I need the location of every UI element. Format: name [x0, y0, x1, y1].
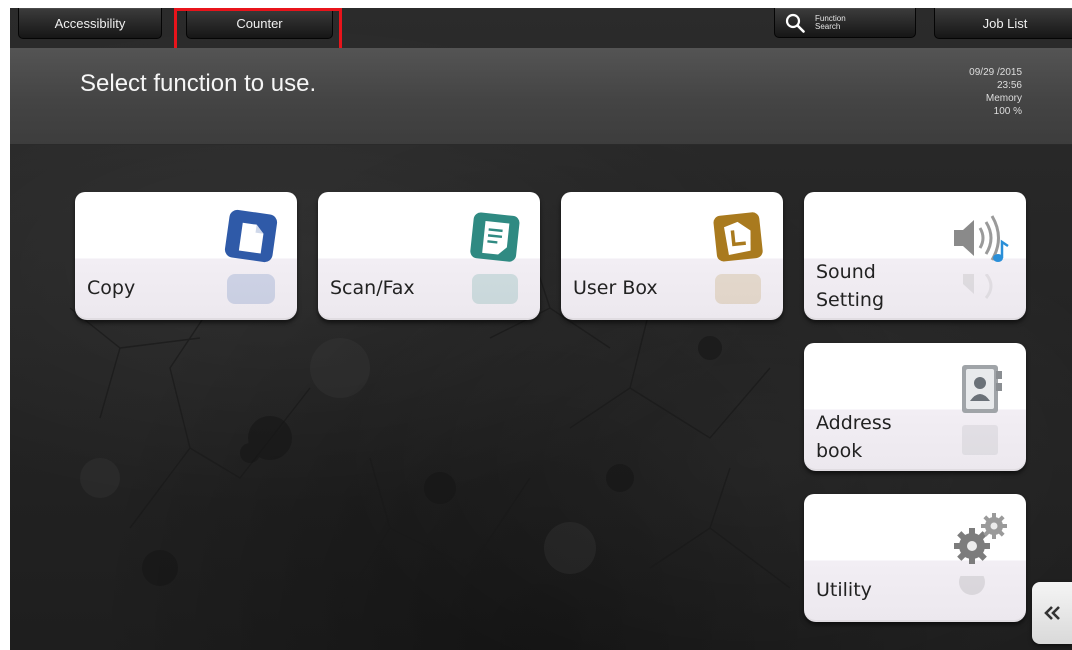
status-time: 23:56 [996, 80, 1022, 91]
job-list-tab[interactable]: Job List [934, 8, 1072, 39]
page-prompt: Select function to use. [80, 70, 317, 97]
utility-tile[interactable]: Utility [804, 494, 1026, 622]
accessibility-tab[interactable]: Accessibility [18, 8, 162, 39]
sound-setting-label-line2: Setting [816, 289, 885, 311]
copy-icon [224, 209, 278, 263]
status-memory-label: Memory [985, 93, 1022, 104]
address-book-label-line2: book [816, 440, 863, 462]
user-box-tile-label: User Box [573, 277, 658, 299]
status-date: 09/29 /2015 [969, 67, 1022, 78]
status-readout: 09/29 /2015 23:56 Memory 100 % [969, 66, 1022, 118]
address-book-icon-reflection [962, 425, 998, 455]
control-panel-screen: Accessibility Counter Function Search Jo… [10, 8, 1072, 650]
double-chevron-left-icon [1044, 606, 1060, 620]
address-book-icon [962, 365, 1002, 413]
job-list-tab-label: Job List [982, 15, 1028, 31]
scan-fax-icon-reflection [472, 274, 518, 304]
sound-setting-tile[interactable]: Sound Setting [804, 192, 1026, 320]
sound-setting-label-line1: Sound [816, 261, 876, 283]
sound-setting-tile-label: Sound Setting [816, 258, 884, 314]
user-box-tile[interactable]: User Box [561, 192, 783, 320]
accessibility-tab-label: Accessibility [54, 15, 126, 31]
utility-tile-label: Utility [816, 579, 872, 601]
side-panel-toggle[interactable] [1032, 582, 1072, 644]
header-band: Select function to use. 09/29 /2015 23:5… [10, 48, 1072, 145]
gears-icon [954, 513, 1007, 564]
speaker-icon-reflection [963, 274, 993, 299]
gears-icon-reflection [959, 576, 985, 595]
address-book-tile[interactable]: Address book [804, 343, 1026, 471]
speaker-icon [954, 215, 1009, 262]
function-search-tab[interactable]: Function Search [774, 8, 916, 38]
user-box-icon-reflection [715, 274, 761, 304]
top-tab-bar: Accessibility Counter Function Search Jo… [10, 8, 1072, 48]
copy-tile-label: Copy [87, 277, 136, 299]
status-memory-value: 100 % [993, 106, 1022, 117]
magnifier-icon [785, 13, 805, 33]
function-search-label: Function Search [815, 14, 865, 31]
function-search-label-line2: Search [815, 21, 841, 31]
scan-fax-tile-label: Scan/Fax [330, 277, 415, 299]
scan-fax-tile[interactable]: Scan/Fax [318, 192, 540, 320]
scan-fax-icon [470, 212, 520, 262]
copy-icon-reflection [227, 274, 275, 304]
address-book-label-line1: Address [816, 412, 892, 434]
user-box-icon [713, 212, 763, 262]
copy-tile[interactable]: Copy [75, 192, 297, 320]
address-book-tile-label: Address book [816, 409, 892, 465]
